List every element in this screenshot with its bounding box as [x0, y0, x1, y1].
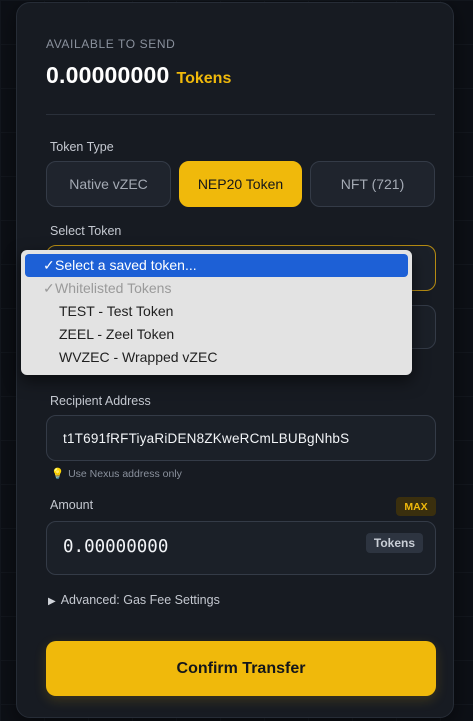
- balance-unit: Tokens: [176, 70, 232, 87]
- divider: [46, 114, 435, 115]
- recipient-label: Recipient Address: [50, 394, 151, 408]
- token-type-nft-button[interactable]: NFT (721): [310, 161, 435, 207]
- check-icon: ✓: [43, 257, 55, 273]
- amount-value: 0.00000000: [63, 537, 169, 557]
- dropdown-group-whitelisted: ✓Whitelisted Tokens: [25, 277, 408, 300]
- dropdown-option-label: Select a saved token...: [55, 257, 197, 273]
- dropdown-option-test[interactable]: TEST - Test Token: [25, 300, 408, 323]
- select-token-label: Select Token: [50, 224, 122, 238]
- balance-display: 0.00000000 Tokens: [46, 62, 231, 89]
- available-label: AVAILABLE TO SEND: [46, 37, 176, 51]
- confirm-transfer-button[interactable]: Confirm Transfer: [46, 641, 436, 696]
- lightbulb-icon: 💡: [51, 468, 65, 480]
- dropdown-option-placeholder[interactable]: ✓Select a saved token...: [25, 254, 408, 277]
- dropdown-group-label: Whitelisted Tokens: [55, 280, 172, 296]
- recipient-hint-text: Use Nexus address only: [68, 468, 182, 480]
- token-type-native-button[interactable]: Native vZEC: [46, 161, 171, 207]
- advanced-gas-toggle[interactable]: ▶ Advanced: Gas Fee Settings: [48, 593, 220, 607]
- token-type-nep20-button[interactable]: NEP20 Token: [179, 161, 302, 207]
- recipient-input[interactable]: t1T691fRFTiyaRiDEN8ZKweRCmLBUBgNhbS: [46, 415, 436, 461]
- amount-input[interactable]: 0.00000000 Tokens: [46, 521, 436, 575]
- recipient-value: t1T691fRFTiyaRiDEN8ZKweRCmLBUBgNhbS: [63, 431, 350, 446]
- triangle-right-icon: ▶: [48, 596, 56, 607]
- advanced-label: Advanced: Gas Fee Settings: [60, 593, 220, 607]
- token-type-label: Token Type: [50, 140, 114, 154]
- recipient-hint: 💡 Use Nexus address only: [51, 467, 182, 480]
- amount-unit-tag: Tokens: [365, 533, 423, 553]
- balance-amount: 0.00000000: [46, 62, 170, 88]
- dropdown-option-zeel[interactable]: ZEEL - Zeel Token: [25, 323, 408, 346]
- max-button[interactable]: MAX: [396, 497, 436, 516]
- check-icon: ✓: [43, 280, 55, 296]
- dropdown-option-wvzec[interactable]: WVZEC - Wrapped vZEC: [25, 346, 408, 369]
- amount-label: Amount: [50, 498, 94, 512]
- token-dropdown-menu: ✓Select a saved token... ✓Whitelisted To…: [21, 250, 412, 375]
